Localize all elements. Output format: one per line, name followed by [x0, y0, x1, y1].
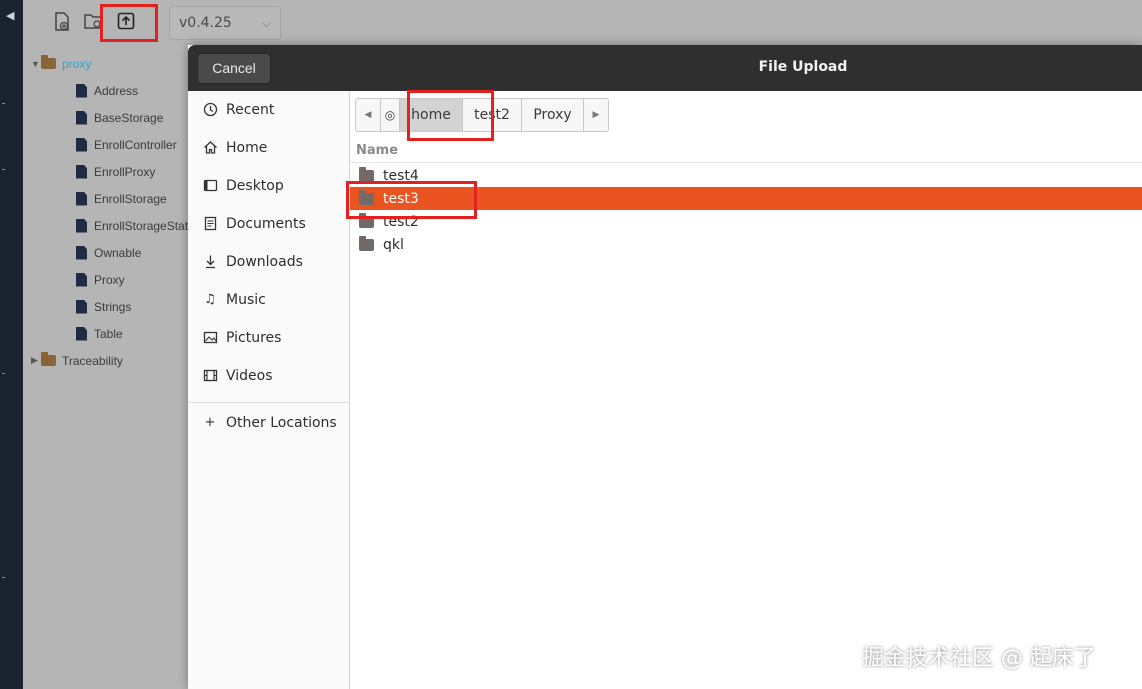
desktop-icon [202, 178, 218, 194]
place-other-locations[interactable]: + Other Locations [188, 404, 349, 442]
path-back-arrow-icon[interactable]: ◀ [355, 98, 381, 132]
place-label: Pictures [226, 330, 282, 346]
tree-file[interactable]: BaseStorage [76, 104, 163, 131]
file-icon [76, 191, 87, 206]
folder-icon [359, 235, 374, 251]
places-sidebar: Recent Home Desktop Documents Downloads … [188, 91, 350, 689]
tree-file-label: Table [94, 326, 123, 341]
home-icon [202, 140, 218, 156]
place-label: Recent [226, 102, 275, 118]
tree-file[interactable]: Address [76, 77, 138, 104]
folder-icon [359, 166, 374, 182]
tree-file-label: BaseStorage [94, 110, 164, 125]
place-label: Videos [226, 368, 273, 384]
tree-file-label: Address [94, 83, 139, 98]
tree-folder-label: Traceability [62, 353, 123, 368]
tree-file[interactable]: Table [76, 320, 123, 347]
video-icon [202, 368, 218, 384]
tree-file-label: Proxy [94, 272, 125, 287]
dialog-title: File Upload [758, 59, 848, 75]
sidebar-separator [188, 402, 349, 403]
place-downloads[interactable]: Downloads [188, 243, 349, 281]
tree-file-label: Strings [94, 299, 132, 314]
tree-folder-label: proxy [62, 56, 92, 71]
column-header-name[interactable]: Name [356, 143, 398, 158]
place-recent[interactable]: Recent [188, 91, 349, 129]
tree-file[interactable]: EnrollController [76, 131, 177, 158]
new-file-icon[interactable] [51, 12, 73, 34]
file-icon [76, 272, 87, 287]
place-documents[interactable]: Documents [188, 205, 349, 243]
highlight-box [100, 4, 158, 42]
tree-file[interactable]: EnrollStorageStat [76, 212, 188, 239]
file-icon [76, 326, 87, 341]
tree-file-label: EnrollProxy [94, 164, 156, 179]
path-segment-proxy[interactable]: Proxy [521, 98, 584, 132]
folder-icon [41, 55, 56, 69]
place-label: Desktop [226, 178, 284, 194]
tree-file[interactable]: Strings [76, 293, 131, 320]
file-icon [76, 245, 87, 260]
file-icon [76, 137, 87, 152]
tree-file[interactable]: Proxy [76, 266, 125, 293]
file-icon [76, 218, 87, 233]
place-home[interactable]: Home [188, 129, 349, 167]
left-rail: ◀ [0, 0, 23, 689]
file-icon [76, 164, 87, 179]
tree-file[interactable]: EnrollProxy [76, 158, 155, 185]
place-desktop[interactable]: Desktop [188, 167, 349, 205]
dialog-titlebar: Cancel File Upload [188, 45, 1142, 91]
place-label: Downloads [226, 254, 303, 270]
plus-icon: + [204, 415, 216, 430]
rail-tick [2, 169, 5, 170]
file-icon [76, 83, 87, 98]
clock-icon [202, 102, 218, 118]
tree-file-label: EnrollController [94, 137, 177, 152]
chevron-down-icon: ⌵ [261, 16, 271, 30]
caret-right-icon: ▶ [31, 355, 38, 365]
document-icon [202, 216, 218, 232]
version-value: v0.4.25 [179, 15, 232, 31]
rail-tick [2, 103, 5, 104]
download-icon [202, 254, 218, 270]
tree-folder-proxy[interactable]: ▼ proxy [31, 50, 91, 77]
place-music[interactable]: ♫ Music [188, 281, 349, 319]
collapse-arrow-icon[interactable]: ◀ [6, 9, 14, 22]
file-icon [76, 110, 87, 125]
list-item-name: qkl [383, 236, 404, 253]
place-pictures[interactable]: Pictures [188, 319, 349, 357]
version-select[interactable]: v0.4.25 ⌵ [169, 6, 281, 40]
place-label: Home [226, 140, 268, 156]
tree-file[interactable]: EnrollStorage [76, 185, 167, 212]
place-label: Music [226, 292, 266, 308]
header-divider [350, 162, 1142, 163]
music-icon: ♫ [204, 292, 216, 307]
folder-icon [41, 352, 56, 366]
tree-file-label: EnrollStorageStat [94, 218, 189, 233]
file-icon [76, 299, 87, 314]
disk-icon[interactable]: ◎ [380, 98, 400, 132]
tree-file[interactable]: Ownable [76, 239, 141, 266]
list-item[interactable]: qkl [350, 233, 1142, 256]
tree-file-label: Ownable [94, 245, 142, 260]
place-label: Other Locations [226, 415, 337, 431]
place-videos[interactable]: Videos [188, 357, 349, 395]
picture-icon [202, 330, 218, 346]
path-forward-arrow-icon[interactable]: ▶ [583, 98, 609, 132]
watermark: 掘金技术社区 @ 起床了 [862, 646, 1096, 671]
highlight-box [346, 181, 477, 219]
tree-folder-traceability[interactable]: ▶ Traceability [31, 347, 123, 374]
file-upload-dialog: Cancel File Upload Recent Home Desktop D… [188, 45, 1142, 689]
rail-tick [2, 373, 5, 374]
caret-down-icon: ▼ [31, 58, 40, 69]
highlight-box [407, 90, 494, 141]
tree-file-label: EnrollStorage [94, 191, 167, 206]
place-label: Documents [226, 216, 306, 232]
rail-tick [2, 577, 5, 578]
